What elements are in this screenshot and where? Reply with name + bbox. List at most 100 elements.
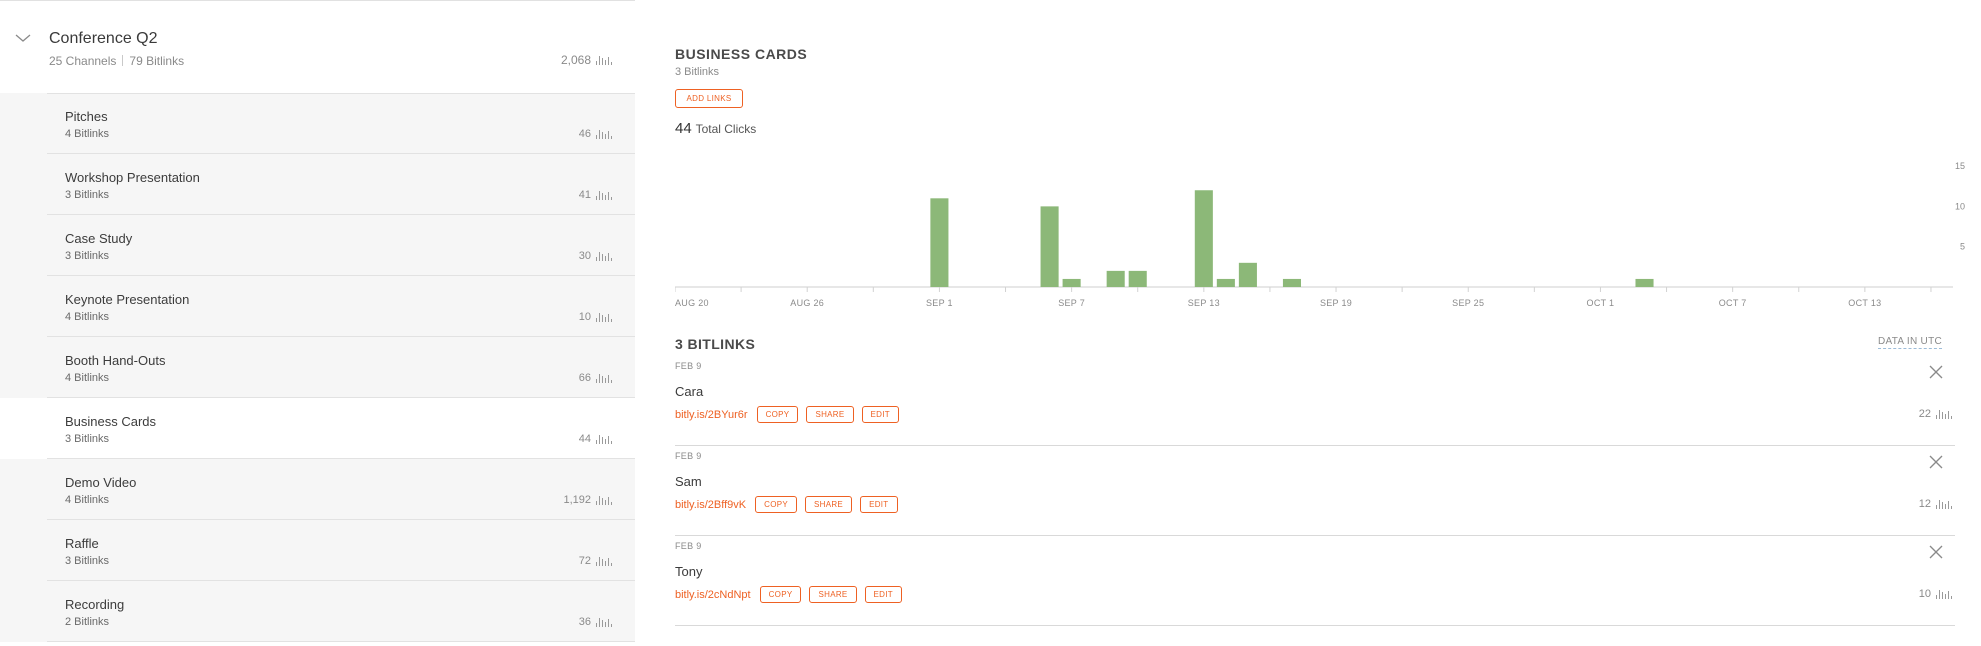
chevron-down-icon[interactable] [14, 29, 32, 47]
channel-clicks: 30 [579, 250, 613, 262]
channel-clicks-value: 1,192 [563, 494, 591, 506]
chart-bar [930, 198, 949, 287]
bar-chart-icon [596, 557, 612, 566]
data-in-utc-toggle[interactable]: DATA IN UTC [1877, 336, 1942, 349]
channel-bitlinks-count: 2 Bitlinks [65, 616, 110, 628]
channel-item[interactable]: Booth Hand-Outs 4 Bitlinks 66 [0, 337, 635, 398]
bitlink-title[interactable]: Tony [675, 564, 702, 579]
clicks-chart: AUG 20 AUG 26 SEP 1 SEP 7 SEP 13 SEP 19 SEP 25… [675, 161, 1965, 308]
campaign-meta: 25 Channels 79 Bitlinks [49, 54, 184, 68]
channel-clicks-value: 10 [578, 311, 591, 323]
chart-x-tick-label: SEP 7 [1058, 298, 1085, 308]
total-clicks-value: 44 [675, 120, 692, 137]
channel-clicks-value: 41 [578, 189, 591, 201]
channel-item[interactable]: Demo Video 4 Bitlinks 1,192 [0, 459, 635, 520]
channel-item[interactable]: Pitches 4 Bitlinks 46 [0, 93, 635, 154]
campaign-panel: Conference Q2 25 Channels 79 Bitlinks 2,0… [0, 0, 635, 646]
channel-item[interactable]: Recording 2 Bitlinks 36 [0, 581, 635, 642]
bar-chart-icon [596, 130, 612, 139]
bitlinks-header: 3 BITLINKS [675, 336, 756, 352]
channel-clicks-value: 30 [578, 250, 591, 262]
chart-bar [1040, 206, 1059, 287]
share-button[interactable]: SHARE [805, 496, 853, 513]
edit-button[interactable]: EDIT [860, 496, 898, 513]
channel-clicks: 41 [579, 189, 613, 201]
edit-button[interactable]: EDIT [864, 586, 902, 603]
chart-bar [1282, 278, 1301, 287]
close-icon[interactable] [1929, 455, 1943, 469]
channel-clicks-value: 66 [578, 372, 591, 384]
channel-name: Pitches [65, 109, 108, 124]
channel-title: BUSINESS CARDS [675, 46, 808, 62]
bitlink-item: FEB 9 Tony bitly.is/2cNdNpt COPY SHARE EDIT 10 [675, 536, 1955, 626]
close-icon[interactable] [1929, 365, 1943, 379]
chart-bar [1194, 190, 1213, 287]
chart-x-tick-label: OCT 7 [1719, 298, 1747, 308]
bitlink-short-url[interactable]: bitly.is/2Bff9vK [675, 499, 746, 511]
channel-item[interactable]: Keynote Presentation 4 Bitlinks 10 [0, 276, 635, 337]
campaign-title: Conference Q2 [49, 30, 158, 47]
bitlink-item: FEB 9 Cara bitly.is/2BYur6r COPY SHARE EDIT 22 [675, 356, 1955, 446]
channel-clicks: 66 [579, 372, 613, 384]
channel-clicks: 46 [579, 128, 613, 140]
channel-clicks-value: 46 [578, 128, 591, 140]
bitlink-date: FEB 9 [675, 361, 702, 371]
copy-button[interactable]: COPY [759, 586, 802, 603]
copy-button[interactable]: COPY [755, 496, 797, 513]
channel-name: Workshop Presentation [65, 170, 200, 185]
close-icon[interactable] [1929, 545, 1943, 559]
bar-chart-icon [596, 374, 612, 383]
total-clicks-label: Total Clicks [695, 122, 757, 136]
bar-chart-icon [596, 252, 612, 261]
campaign-channels-count: 25 Channels [49, 54, 117, 68]
meta-separator [122, 55, 124, 66]
bitlink-item: FEB 9 Sam bitly.is/2Bff9vK COPY SHARE EDIT 12 [675, 446, 1955, 536]
chart-x-tick-label: SEP 25 [1452, 298, 1484, 308]
share-button[interactable]: SHARE [806, 406, 854, 423]
bitlink-clicks: 22 [1919, 408, 1953, 420]
chart-x-tick-label: AUG 20 [675, 298, 709, 308]
bitlink-short-url[interactable]: bitly.is/2cNdNpt [675, 589, 751, 601]
bar-chart-icon [1936, 410, 1952, 419]
bitlink-actions: bitly.is/2BYur6r COPY SHARE EDIT [675, 406, 899, 423]
bitlink-title[interactable]: Sam [675, 474, 702, 489]
channel-clicks-value: 36 [578, 616, 591, 628]
campaign-header[interactable]: Conference Q2 25 Channels 79 Bitlinks 2,0… [0, 3, 635, 93]
bitlink-title[interactable]: Cara [675, 384, 703, 399]
channel-item[interactable]: Case Study 3 Bitlinks 30 [0, 215, 635, 276]
channel-item[interactable]: Raffle 3 Bitlinks 72 [0, 520, 635, 581]
bitlink-clicks-value: 22 [1918, 408, 1931, 420]
copy-button[interactable]: COPY [756, 406, 799, 423]
add-links-button[interactable]: ADD LINKS [675, 89, 743, 108]
bitlink-clicks-value: 12 [1918, 498, 1931, 510]
bar-chart-icon [596, 56, 612, 65]
bar-chart-icon [1936, 590, 1952, 599]
bitlink-actions: bitly.is/2cNdNpt COPY SHARE EDIT [675, 586, 902, 603]
bar-chart-icon [596, 618, 612, 627]
channel-clicks-value: 44 [578, 433, 591, 445]
channel-bitlinks-count: 4 Bitlinks [65, 372, 110, 384]
bitlink-date: FEB 9 [675, 451, 702, 461]
chart-y-tick-label: 5 [1960, 242, 1965, 252]
chart-x-tick-label: SEP 19 [1320, 298, 1352, 308]
channel-item[interactable]: Business Cards 3 Bitlinks 44 [0, 398, 635, 459]
channel-bitlinks-count: 3 Bitlinks [65, 250, 110, 262]
channel-name: Keynote Presentation [65, 292, 190, 307]
chart-x-tick-label: SEP 1 [926, 298, 953, 308]
channel-clicks: 10 [579, 311, 613, 323]
edit-button[interactable]: EDIT [861, 406, 899, 423]
channel-clicks-value: 72 [578, 555, 591, 567]
bitlink-actions: bitly.is/2Bff9vK COPY SHARE EDIT [675, 496, 898, 513]
channel-bitlinks-count: 3 Bitlinks [65, 555, 110, 567]
channel-name: Booth Hand-Outs [65, 353, 166, 368]
bitlink-short-url[interactable]: bitly.is/2BYur6r [675, 409, 748, 421]
chart-bar [1238, 262, 1257, 287]
channel-clicks: 72 [579, 555, 613, 567]
bar-chart-icon [596, 496, 612, 505]
channel-name: Business Cards [65, 414, 157, 429]
chart-x-tick-label: AUG 26 [790, 298, 824, 308]
share-button[interactable]: SHARE [809, 586, 857, 603]
chart-bar [1216, 278, 1235, 287]
bitlink-clicks-value: 10 [1918, 588, 1931, 600]
channel-item[interactable]: Workshop Presentation 3 Bitlinks 41 [0, 154, 635, 215]
